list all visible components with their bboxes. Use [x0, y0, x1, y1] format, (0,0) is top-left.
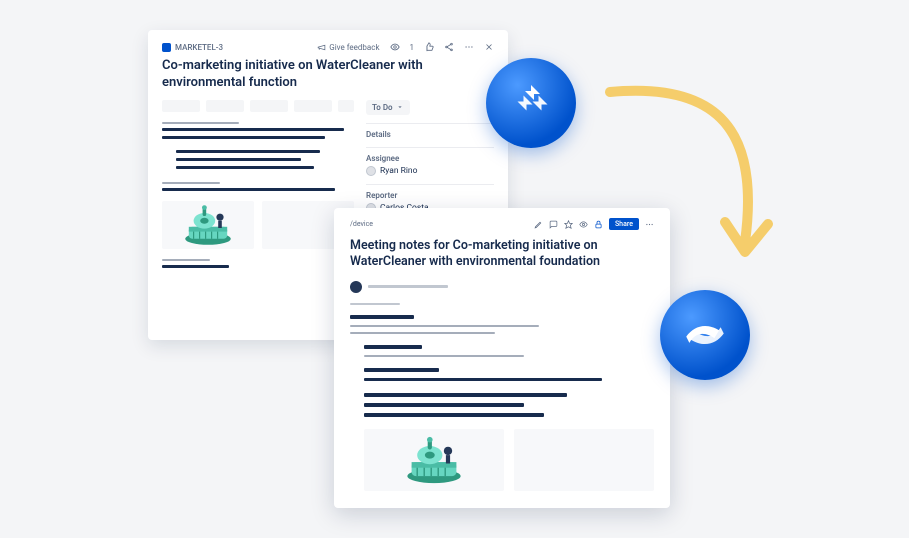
like-icon[interactable] [424, 42, 434, 52]
comment-icon[interactable] [549, 220, 558, 229]
attachments-row [162, 201, 354, 249]
status-dropdown[interactable]: To Do [366, 100, 410, 115]
last-modified-placeholder [350, 303, 400, 305]
issue-main-column [162, 100, 354, 295]
watercleaner-illustration-icon [178, 204, 238, 246]
watchers-icon[interactable] [390, 42, 400, 52]
toolbar-button[interactable] [206, 100, 244, 112]
description-line [162, 136, 325, 139]
toolbar-button[interactable] [162, 100, 200, 112]
jira-product-logo-icon [486, 58, 576, 148]
heading-line [364, 345, 422, 349]
toolbar-button[interactable] [294, 100, 332, 112]
bullet-line [364, 413, 544, 417]
watercleaner-illustration-icon [399, 435, 469, 485]
description-line [162, 188, 335, 191]
bullet-line [176, 166, 314, 169]
content-actions-toolbar [162, 100, 354, 112]
description-line [162, 128, 344, 131]
section-label [162, 122, 239, 124]
star-icon[interactable] [564, 220, 573, 229]
assignee-label: Assignee [366, 154, 494, 163]
section-label [162, 182, 220, 184]
confluence-header: /device Share [350, 218, 654, 230]
bullet-line [176, 158, 301, 161]
paragraph-line [364, 355, 524, 357]
bullet-line [364, 393, 567, 397]
section-label [162, 259, 210, 261]
heading-line [350, 315, 414, 319]
issue-type-icon [162, 43, 171, 52]
more-icon[interactable] [464, 42, 474, 52]
breadcrumb[interactable]: /device [350, 220, 373, 228]
attachment-thumbnail[interactable] [364, 429, 504, 491]
share-icon[interactable] [444, 42, 454, 52]
author-avatar-icon[interactable] [350, 281, 362, 293]
details-label: Details [366, 130, 494, 139]
paragraph-line [350, 332, 495, 334]
assignee-value[interactable]: Ryan Rino [366, 166, 494, 176]
reporter-label: Reporter [366, 191, 494, 200]
confluence-product-logo-icon [660, 290, 750, 380]
chevron-down-icon [396, 103, 404, 111]
issue-key-text: MARKETEL-3 [175, 43, 223, 52]
give-feedback-button[interactable]: Give feedback [316, 42, 379, 52]
description-line [162, 265, 229, 268]
attachments-row [364, 429, 654, 491]
jira-header-actions: Give feedback 1 [316, 42, 494, 52]
restrictions-icon[interactable] [594, 220, 603, 229]
close-icon[interactable] [484, 42, 494, 52]
avatar-icon [366, 166, 376, 176]
bullet-line [176, 150, 320, 153]
page-title: Meeting notes for Co-marketing initiativ… [350, 238, 654, 271]
share-button[interactable]: Share [609, 218, 639, 230]
more-icon[interactable] [645, 220, 654, 229]
page-byline [350, 281, 654, 293]
page-body [350, 315, 654, 491]
attachment-thumbnail[interactable] [162, 201, 254, 249]
toolbar-button[interactable] [250, 100, 288, 112]
author-name-placeholder [368, 285, 448, 288]
heading-line [364, 368, 439, 372]
watcher-count: 1 [410, 43, 415, 52]
bullet-line [364, 378, 602, 381]
issue-title: Co-marketing initiative on WaterCleaner … [162, 58, 494, 92]
bullet-line [364, 403, 524, 407]
confluence-page-card: /device Share Meeting notes for Co-marke… [334, 208, 670, 508]
watch-icon[interactable] [579, 220, 588, 229]
issue-key[interactable]: MARKETEL-3 [162, 43, 223, 52]
megaphone-icon [316, 42, 326, 52]
attachment-thumbnail[interactable] [514, 429, 654, 491]
edit-icon[interactable] [534, 220, 543, 229]
toolbar-more-button[interactable] [338, 100, 354, 112]
jira-card-header: MARKETEL-3 Give feedback 1 [162, 42, 494, 52]
paragraph-line [350, 325, 539, 327]
